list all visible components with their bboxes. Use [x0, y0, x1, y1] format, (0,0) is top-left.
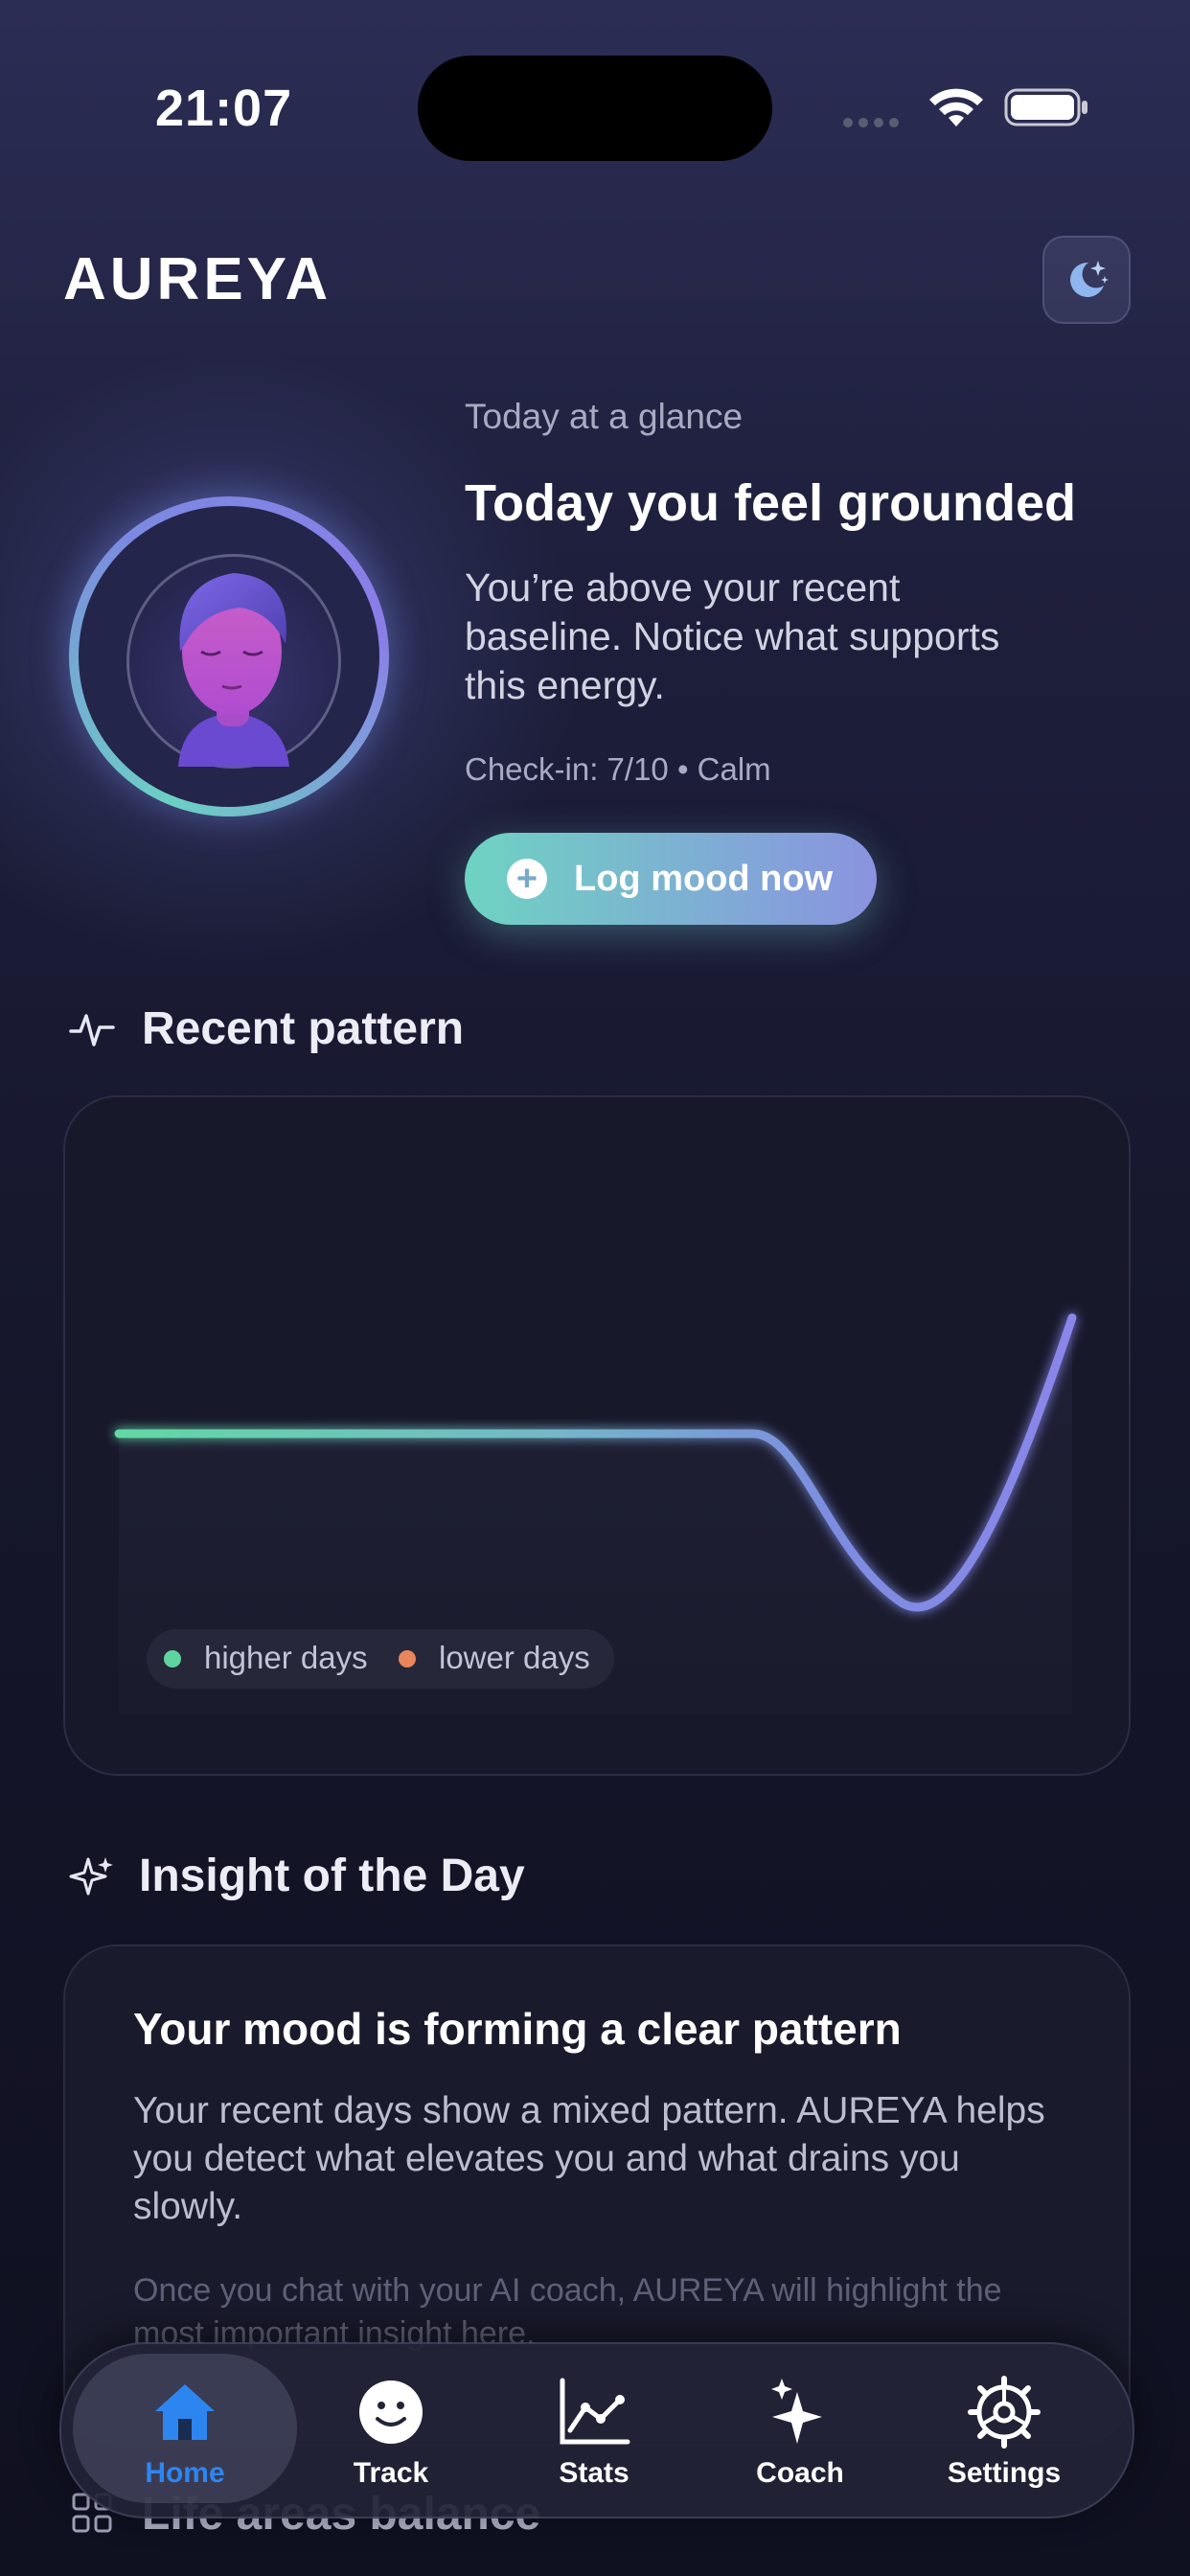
tab-home[interactable]: Home [89, 2354, 281, 2503]
home-icon [155, 2384, 215, 2440]
tab-stats[interactable]: Stats [498, 2354, 690, 2503]
log-mood-button[interactable]: + Log mood now [465, 833, 877, 925]
smiley-icon [359, 2380, 423, 2444]
log-mood-label: Log mood now [574, 858, 834, 899]
higher-days-dot [164, 1650, 181, 1668]
sparkle-icon [69, 1857, 113, 1896]
moon-stars-icon [1070, 261, 1109, 297]
legend-higher-label: higher days [204, 1640, 368, 1675]
tab-coach[interactable]: Coach [704, 2354, 896, 2503]
status-time: 21:07 [155, 80, 293, 137]
hero-title: Today you feel grounded [465, 474, 1077, 532]
stats-chart-icon [560, 2378, 630, 2445]
insight-section-title: Insight of the Day [139, 1851, 525, 1901]
tab-home-label: Home [145, 2457, 225, 2489]
recent-pattern-title: Recent pattern [142, 1003, 465, 1054]
hero-description: You’re above your recent baseline. Notic… [465, 565, 1000, 707]
avatar [178, 573, 289, 767]
tab-track[interactable]: Track [295, 2354, 487, 2503]
plus-icon: + [507, 859, 547, 899]
lower-days-dot [399, 1650, 416, 1668]
sparkles-icon [771, 2379, 822, 2444]
tab-settings-label: Settings [947, 2457, 1062, 2489]
legend-lower-label: lower days [439, 1640, 590, 1675]
hero-eyebrow: Today at a glance [465, 397, 744, 436]
dynamic-island [418, 56, 772, 161]
wifi-icon [929, 88, 983, 126]
gear-icon [968, 2376, 1041, 2449]
tab-track-label: Track [353, 2457, 429, 2489]
cellular-signal-icon [843, 115, 904, 132]
insight-body: Your recent days show a mixed pattern. A… [133, 2090, 1045, 2227]
insight-title: Your mood is forming a clear pattern [133, 2004, 902, 2054]
tab-settings[interactable]: Settings [908, 2354, 1100, 2503]
battery-icon [1004, 88, 1087, 126]
theme-toggle-button[interactable] [1042, 236, 1131, 324]
tab-coach-label: Coach [756, 2457, 844, 2489]
checkin-meta: Check-in: 7/10 • Calm [465, 751, 771, 787]
tab-stats-label: Stats [559, 2457, 629, 2489]
pulse-icon [69, 1014, 115, 1046]
app-brand: AUREYA [63, 246, 332, 312]
